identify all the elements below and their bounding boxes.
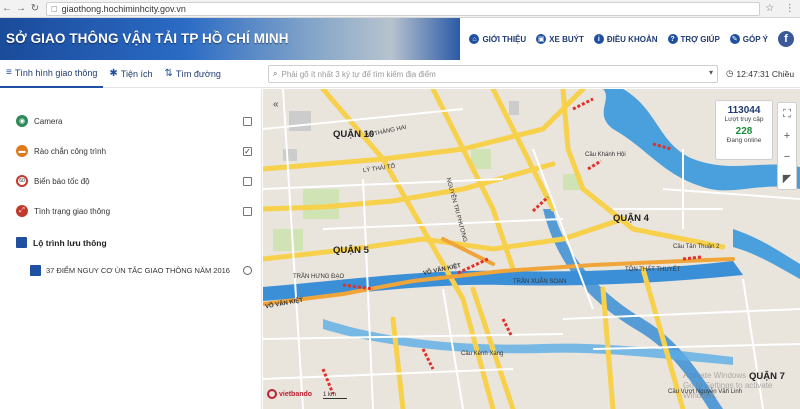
- map-controls: ⛶ + − ◤: [777, 102, 797, 190]
- search-placeholder: Phải gõ ít nhất 3 ký tự để tìm kiếm địa …: [281, 69, 436, 79]
- layers-icon: ≡: [6, 67, 12, 78]
- zoom-out-button[interactable]: −: [784, 151, 790, 163]
- route-icon: [30, 265, 41, 276]
- layer-label: Camera: [34, 116, 63, 126]
- zoom-in-button[interactable]: +: [784, 130, 790, 142]
- nav-dieu-khoan[interactable]: i ĐIỀU KHOẢN: [593, 34, 658, 44]
- online-label: Đang online: [726, 137, 762, 144]
- browser-toolbar: ← → ↻ ◻ giaothong.hochiminhcity.gov.vn ☆…: [0, 0, 800, 18]
- tab-label: Tìm đường: [175, 68, 221, 79]
- layer-label: Tình trạng giao thông: [34, 206, 111, 216]
- layer-checkbox[interactable]: [243, 176, 252, 186]
- search-icon: ⌕: [273, 69, 278, 78]
- route-title-text: Lộ trình lưu thông: [33, 237, 107, 248]
- nav-label: ĐIỀU KHOẢN: [606, 34, 658, 44]
- layer-tinh-trang[interactable]: ⤢ Tình trạng giao thông: [16, 205, 252, 217]
- address-bar[interactable]: ◻ giaothong.hochiminhcity.gov.vn: [46, 1, 760, 16]
- online-count: 228: [735, 126, 753, 137]
- map-label-cau-tan-thuan: Cầu Tân Thuận 2: [673, 244, 720, 250]
- route-item-label: 37 ĐIỂM NGUY CƠ ÙN TẮC GIAO THÔNG NĂM 20…: [46, 266, 230, 275]
- watermark-line: Go to Settings to activate Windows.: [683, 381, 773, 400]
- layer-label: Rào chắn công trình: [34, 146, 107, 156]
- map-label-ton-that-thuyet: TÔN THẤT THUYẾT: [625, 267, 681, 273]
- nav-gioi-thieu[interactable]: ⌂ GIỚI THIỆU: [469, 34, 526, 44]
- site-title: SỞ GIAO THÔNG VẬN TẢI TP HỒ CHÍ MINH: [6, 31, 289, 46]
- reload-icon[interactable]: ↻: [28, 3, 42, 14]
- info-icon: i: [593, 34, 604, 44]
- main-toolbar: ≡ Tình hình giao thông ✱ Tiện ích ⇅ Tìm đườ…: [0, 60, 800, 88]
- speed-sign-icon: 60: [16, 175, 28, 187]
- visits-label: Lượt truy cập: [724, 116, 764, 123]
- map-label-tran-hung-dao: TRẦN HƯNG ĐẠO: [293, 274, 345, 280]
- clock-icon: ◷: [726, 68, 734, 78]
- nav-gop-y[interactable]: ✎ GÓP Ý: [729, 34, 768, 44]
- nav-tro-giup[interactable]: ? TRỢ GIÚP: [667, 34, 720, 44]
- watermark-text: Activate Windows Go to Settings to activa…: [683, 371, 800, 401]
- facebook-icon[interactable]: f: [778, 31, 794, 47]
- page-icon: ◻: [51, 4, 58, 13]
- nav-label: GÓP Ý: [742, 34, 768, 44]
- url-text: giaothong.hochiminhcity.gov.vn: [61, 3, 186, 14]
- vietbando-logo: vietbando: [267, 389, 312, 399]
- map-label-quan4: QUẬN 4: [613, 213, 649, 224]
- logo-icon: [267, 389, 277, 399]
- layer-label: Biển báo tốc độ: [34, 176, 90, 186]
- site-header: SỞ GIAO THÔNG VẬN TẢI TP HỒ CHÍ MINH ⌂ GI…: [0, 18, 800, 60]
- map-label-quan5: QUẬN 5: [333, 245, 369, 256]
- watermark-line: Activate Windows: [683, 371, 747, 380]
- tab-label: Tiện ích: [120, 68, 153, 79]
- chevron-down-icon[interactable]: ▾: [709, 68, 713, 77]
- nav-label: GIỚI THIỆU: [482, 34, 527, 44]
- nav-label: XE BUÝT: [549, 34, 584, 44]
- layer-bien-bao[interactable]: 60 Biển báo tốc độ: [16, 175, 252, 187]
- visits-count: 113044: [727, 105, 761, 116]
- map-label-tran-xuan-soan: TRẦN XUÂN SOẠN: [513, 279, 567, 285]
- map-scale: 1 km: [323, 392, 347, 399]
- back-icon[interactable]: ←: [0, 3, 14, 14]
- map-view[interactable]: « QUẬN 10 QUẬN 5 QUẬN 4 QUẬN 7 VÕ VĂN KI…: [263, 89, 800, 409]
- route-icon: ⇅: [164, 68, 173, 79]
- windows-watermark: Activate Windows Go to Settings to activa…: [683, 371, 800, 401]
- fullscreen-icon[interactable]: ⛶: [783, 108, 791, 121]
- menu-icon[interactable]: ⋮: [785, 3, 795, 14]
- layer-camera[interactable]: ◉ Camera: [16, 115, 252, 127]
- layer-checkbox[interactable]: [243, 206, 252, 216]
- route-section-title: Lộ trình lưu thông: [16, 237, 107, 248]
- collapse-panel-icon[interactable]: «: [273, 99, 279, 110]
- clock: ◷ 12:47:31 Chiều: [726, 68, 794, 79]
- locate-icon[interactable]: ◤: [783, 172, 791, 185]
- feedback-icon: ✎: [729, 34, 740, 44]
- layer-checkbox[interactable]: ✓: [243, 146, 252, 156]
- gear-icon: ✱: [109, 68, 118, 79]
- route-item[interactable]: 37 ĐIỂM NGUY CƠ ÙN TẮC GIAO THÔNG NĂM 20…: [30, 265, 252, 276]
- header-nav: ⌂ GIỚI THIỆU ▣ XE BUÝT i ĐIỀU KHOẢN ? TRỢ GI…: [460, 18, 800, 60]
- route-icon: [16, 237, 27, 248]
- star-icon[interactable]: ☆: [765, 3, 774, 14]
- tab-label: Tình hình giao thông: [14, 67, 98, 78]
- traffic-icon: ⤢: [16, 205, 28, 217]
- route-radio[interactable]: [243, 266, 252, 275]
- forward-icon[interactable]: →: [14, 3, 28, 14]
- layer-rao-chan[interactable]: ▬ Rào chắn công trình ✓: [16, 145, 252, 157]
- search-input[interactable]: ⌕ Phải gõ ít nhất 3 ký tự để tìm kiếm đị…: [268, 65, 718, 83]
- tab-tinh-hinh-giao-thong[interactable]: ≡ Tình hình giao thông: [0, 60, 104, 88]
- sidebar: ◉ Camera ▬ Rào chắn công trình ✓ 60 Biển…: [0, 89, 262, 409]
- map-label-cau-khanh-hoi: Cầu Khánh Hội: [585, 152, 626, 158]
- visitor-stats: 113044 Lượt truy cập 228 Đang online: [715, 100, 773, 160]
- bus-icon: ▣: [536, 34, 547, 44]
- brand-text: vietbando: [279, 390, 313, 398]
- nav-label: TRỢ GIÚP: [680, 34, 720, 44]
- tab-tien-ich[interactable]: ✱ Tiện ích: [103, 60, 158, 88]
- clock-text: 12:47:31 Chiều: [736, 68, 795, 79]
- nav-xe-buyt[interactable]: ▣ XE BUÝT: [536, 34, 584, 44]
- map-label-cau-kenh-xang: Cầu Kênh Xáng: [461, 351, 504, 357]
- barrier-icon: ▬: [16, 145, 28, 157]
- layer-checkbox[interactable]: [243, 116, 252, 126]
- tab-tim-duong[interactable]: ⇅ Tìm đường: [159, 60, 227, 88]
- home-icon: ⌂: [469, 34, 480, 44]
- camera-icon: ◉: [16, 115, 28, 127]
- help-icon: ?: [667, 34, 678, 44]
